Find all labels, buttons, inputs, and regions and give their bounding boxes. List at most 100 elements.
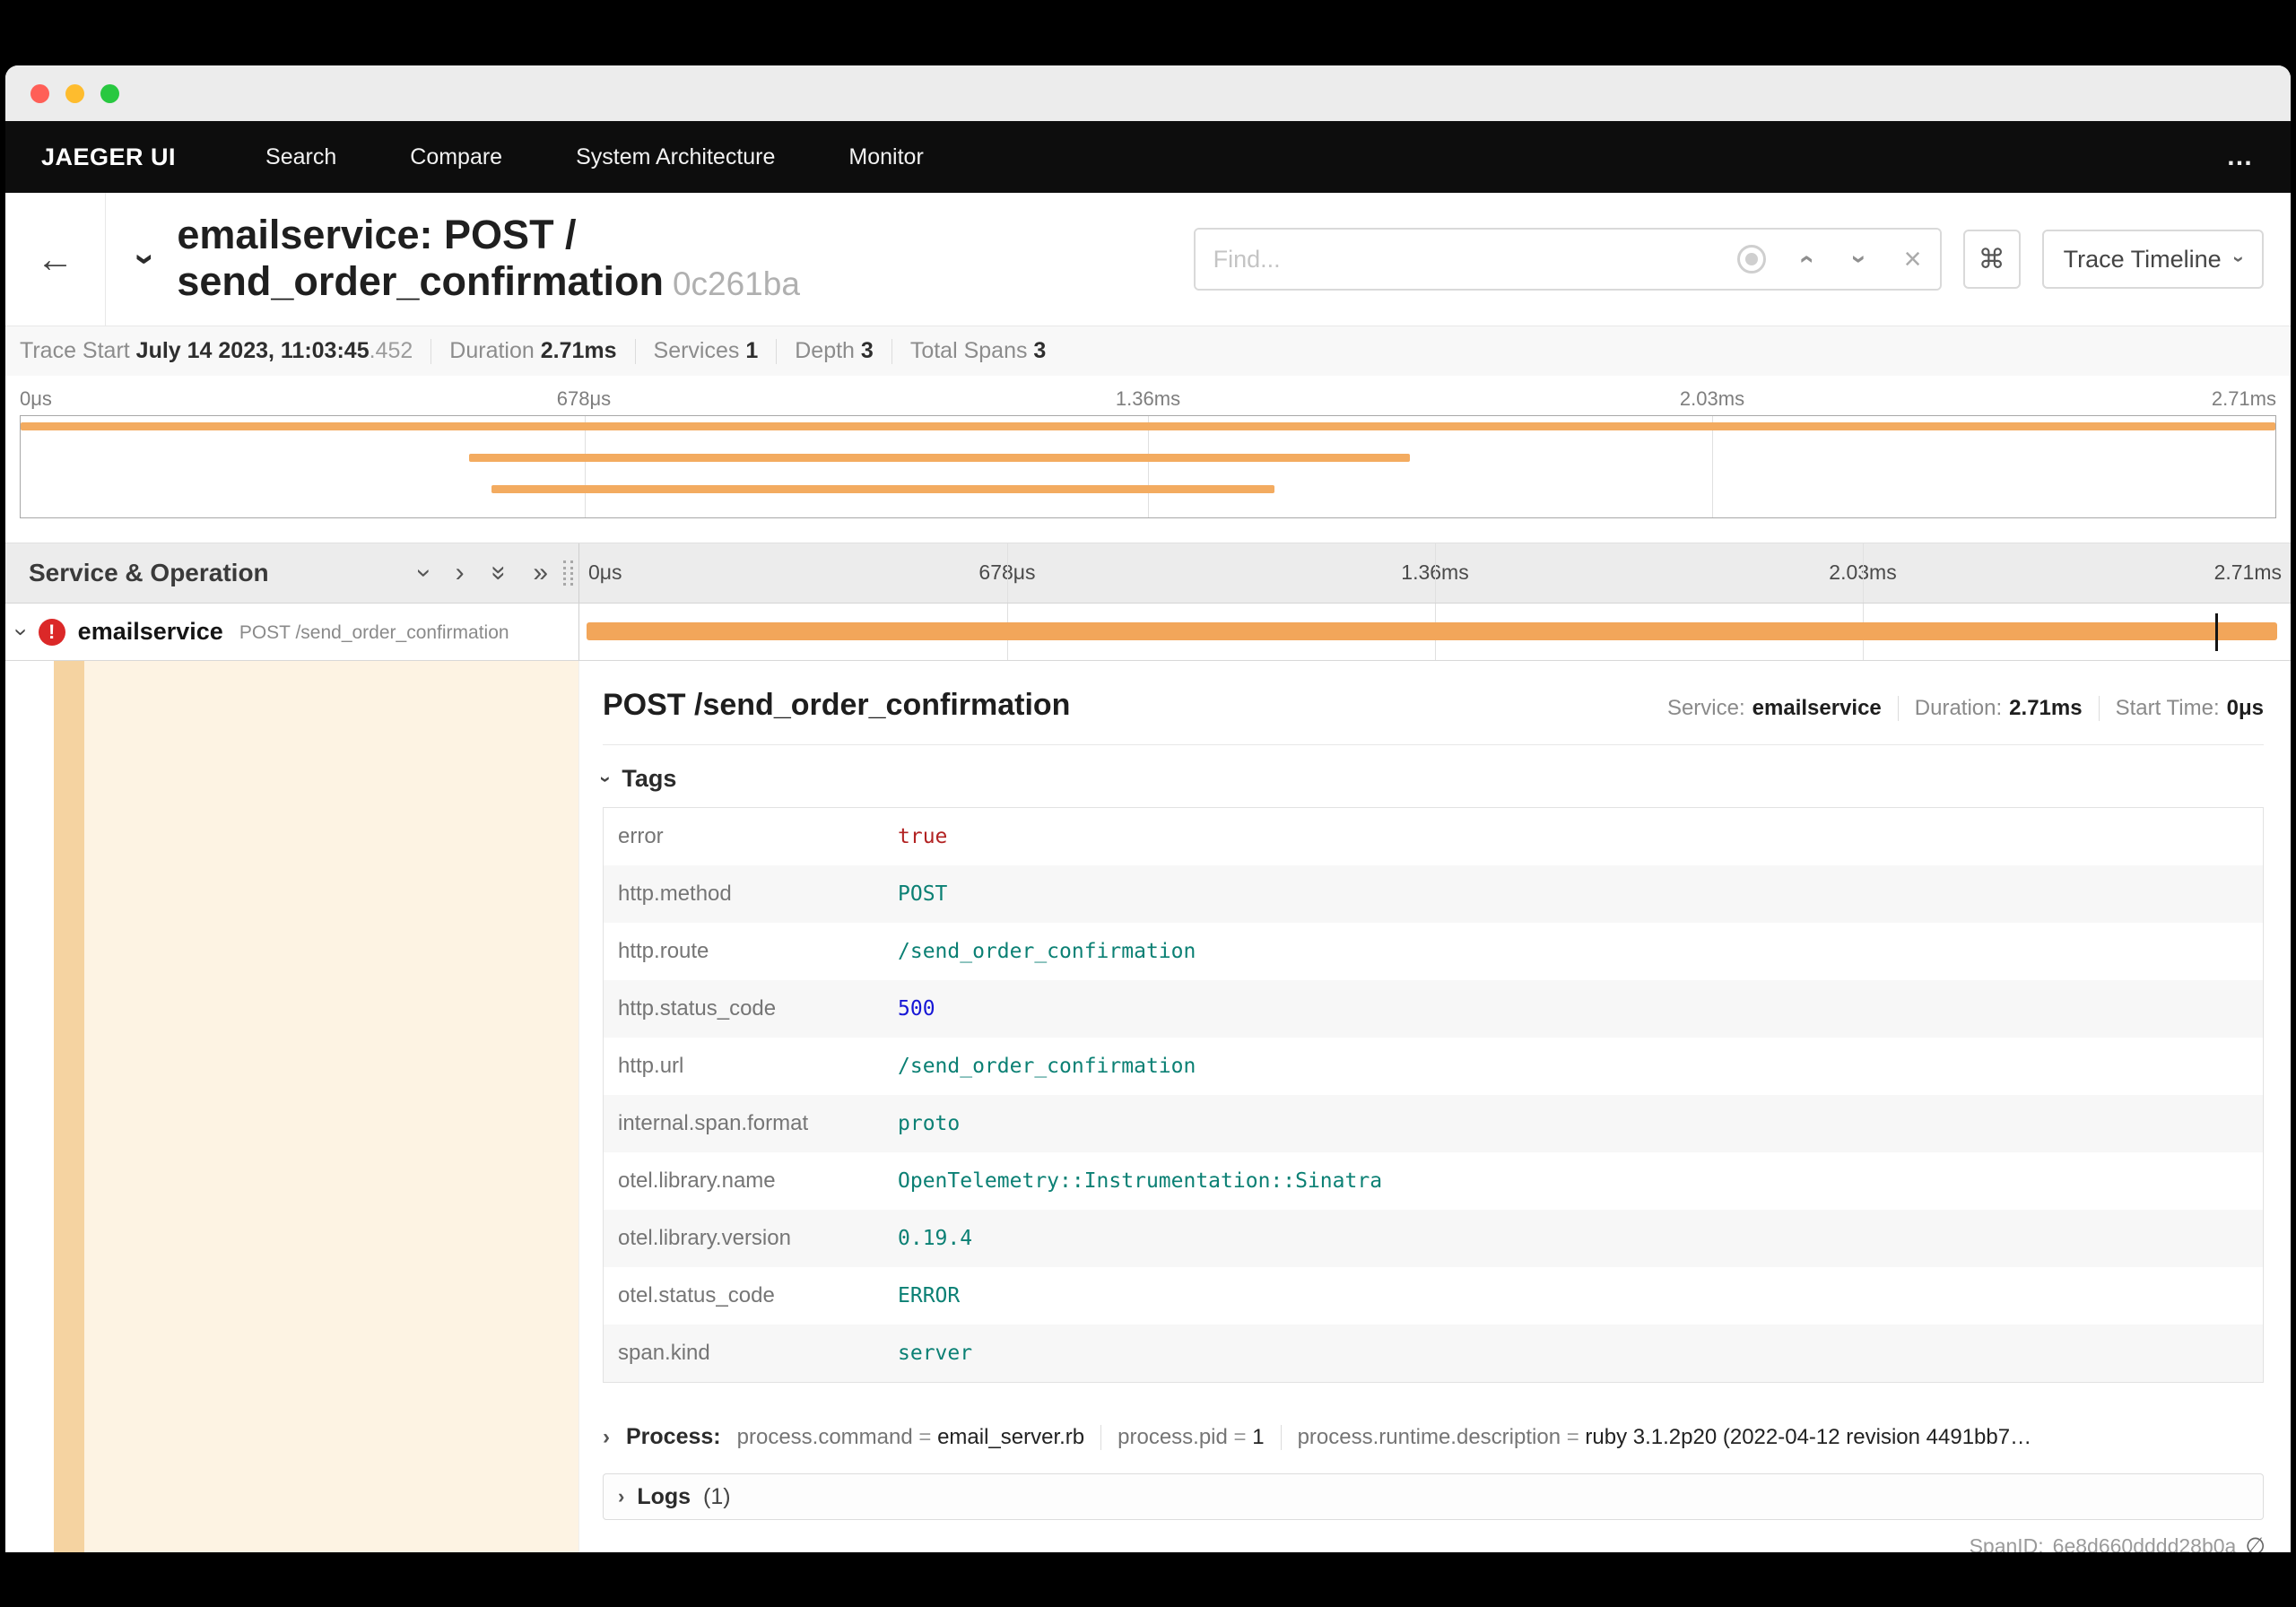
span-row-timeline[interactable] [579,604,2291,661]
app-window: JAEGER UI Search Compare System Architectu… [5,65,2291,1552]
error-icon: ! [38,618,65,646]
back-button[interactable]: ← [5,193,106,326]
tag-row[interactable]: http.method POST [603,865,2264,923]
next-result-button[interactable]: › [1831,230,1886,289]
tag-row[interactable]: otel.library.version 0.19.4 [603,1210,2264,1267]
chevron-right-icon: › [618,1485,625,1507]
find-input[interactable] [1195,230,1725,289]
collapse-one-icon[interactable]: › [410,569,439,578]
minimize-window-button[interactable] [65,83,84,103]
prev-result-button[interactable]: › [1778,230,1832,289]
gridline [1007,543,1008,603]
expand-one-icon[interactable]: › [456,560,465,586]
tag-row[interactable]: internal.span.format proto [603,1095,2264,1152]
separator [1897,696,1899,721]
locate-span-button[interactable] [1724,230,1779,289]
tick-label: 0μs [588,560,622,584]
span-duration-bar [586,622,2277,640]
tag-key: http.url [618,1054,684,1078]
nav-overflow-button[interactable]: … [2226,142,2255,172]
logs-count: (1) [703,1483,731,1509]
separator [891,338,892,364]
trace-page-header: ← › emailservice: POST / send_order_conf… [5,193,2291,326]
tags-heading: Tags [622,765,677,792]
tag-key: otel.library.name [618,1168,776,1193]
span-color-fill [84,661,578,1552]
column-resizer-handle[interactable] [563,560,573,586]
trace-minimap: 0μs 678μs 1.36ms 2.03ms 2.71ms [5,376,2291,531]
tick-label: 2.71ms [2211,387,2276,410]
tick-label: 2.71ms [2213,560,2282,584]
chevron-down-icon: › [595,775,618,783]
span-overview: POST /send_order_confirmation Service: em… [603,688,2264,723]
tag-row[interactable]: span.kind server [603,1325,2264,1383]
span-meta-item: Start Time: 0μs [2116,696,2264,721]
meta-label: Total Spans [909,338,1034,363]
meta-value: emailservice [1752,696,1882,720]
span-row-label[interactable]: › ! emailservice POST /send_order_confir… [5,604,579,661]
keyboard-shortcuts-button[interactable]: ⌘ [1962,230,2021,289]
trace-meta-item: Trace Start July 14 2023, 11:03:45.452 [20,338,413,364]
trace-operation: send_order_confirmation [177,257,664,304]
chevron-up-icon: › [1789,255,1820,264]
tag-row[interactable]: http.route/send_order_confirmation [604,923,2264,980]
span-color-stripe [54,661,84,1552]
span-detail-title: POST /send_order_confirmation [603,688,1071,722]
process-summary: process.command = email_server.rb process… [737,1424,2031,1450]
tag-row[interactable]: otel.library.name OpenTelemetry::Instrume… [604,1152,2264,1210]
trace-meta-bar: Trace Start July 14 2023, 11:03:45.452 Du… [5,326,2291,376]
copy-link-icon[interactable]: ∅ [2245,1533,2266,1552]
separator [634,338,636,364]
nav-item-system-architecture[interactable]: System Architecture [576,144,775,170]
collapse-trace-header-button[interactable]: › [126,241,166,277]
tag-key: internal.span.format [618,1111,809,1135]
meta-value: 2.71ms [540,338,617,363]
meta-value: July 14 2023, 11:03:45 [135,338,370,363]
process-value: 1 [1252,1424,1265,1449]
tag-value: server [898,1342,973,1365]
nav-item-compare[interactable]: Compare [410,144,502,170]
back-arrow-icon: ← [36,238,74,280]
jaeger-logo[interactable]: JAEGER UI [41,143,176,171]
tag-key: http.route [618,939,709,963]
trace-id: 0c261ba [672,265,800,302]
span-id-label: SpanID: [1969,1534,2044,1552]
tags-accordion-header[interactable]: › Tags [596,765,2264,793]
meta-suffix: .452 [369,338,413,363]
clear-find-button[interactable]: × [1885,230,1940,289]
tag-key: otel.status_code [618,1283,775,1307]
tag-value: true [898,825,948,848]
minimap-canvas[interactable] [20,415,2276,518]
tag-row[interactable]: http.url/send_order_confirmation [604,1038,2264,1095]
nav-item-search[interactable]: Search [265,144,336,170]
tag-row[interactable]: error true [604,808,2264,866]
trace-title-line1: emailservice: POST / [177,211,577,257]
span-meta-item: Service: emailservice [1667,696,1882,721]
zoom-window-button[interactable] [100,83,119,103]
logs-accordion-header[interactable]: › Logs (1) [603,1473,2264,1520]
span-id-value: 6e8d660dddd28b0a [2052,1534,2237,1552]
timeline-left-header: Service & Operation › › » » [5,543,579,603]
process-accordion-header[interactable]: › Process: process.command = email_serve… [603,1424,2264,1450]
chevron-down-icon: › [2228,256,2251,263]
process-key: process.runtime.description [1297,1424,1561,1449]
divider [603,744,2264,745]
chevron-down-icon: › [1844,255,1874,264]
trace-view-selector[interactable]: Trace Timeline › [2041,230,2264,289]
trace-header-controls: › › × ⌘ Trace Timeline › [1193,228,2291,291]
span-service-name: emailservice [77,618,223,645]
tag-value: POST [898,882,948,906]
tag-row[interactable]: otel.status_code ERROR [604,1267,2264,1325]
tick-label: 2.03ms [1679,387,1745,410]
gridline [1148,416,1149,517]
collapse-all-icon[interactable]: » [484,566,514,581]
trace-view-label: Trace Timeline [2063,245,2222,273]
tag-value: /send_order_confirmation [898,1055,1196,1078]
meta-label: Service: [1666,696,1745,720]
tag-row[interactable]: http.status_code 500 [603,980,2264,1038]
close-window-button[interactable] [30,83,49,103]
nav-item-monitor[interactable]: Monitor [848,144,923,170]
span-detail-panel: POST /send_order_confirmation Service: em… [579,661,2291,1552]
tag-value: ERROR [898,1284,961,1307]
expand-all-icon[interactable]: » [533,560,548,586]
